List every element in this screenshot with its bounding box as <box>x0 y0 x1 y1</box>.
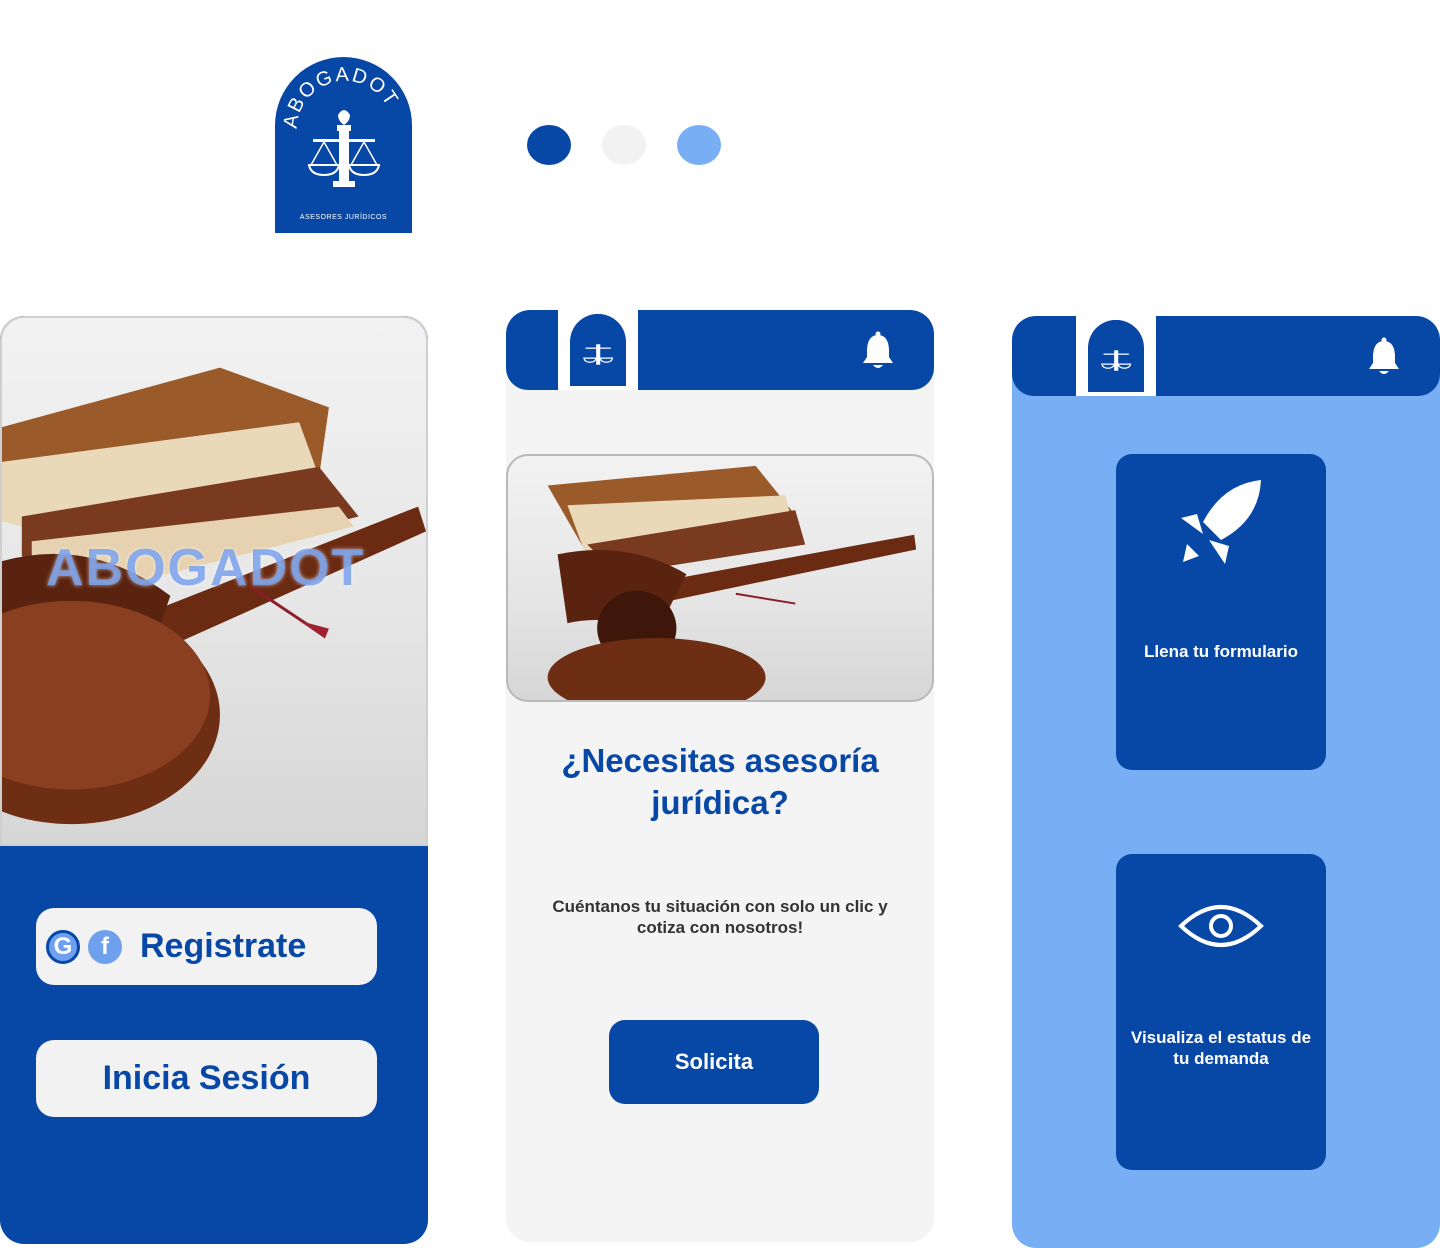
notification-bell-icon[interactable] <box>1368 337 1400 377</box>
register-label: Registrate <box>140 927 307 965</box>
login-button[interactable]: Inicia Sesión <box>36 1040 377 1117</box>
menu-screen: Llena tu formulario Visualiza el estatus… <box>1012 316 1440 1248</box>
view-status-label: Visualiza el estatus de tu demanda <box>1130 1028 1312 1068</box>
rocket-icon <box>1181 480 1261 564</box>
top-bar-logo[interactable] <box>1076 316 1156 396</box>
palette-primary-swatch <box>527 125 571 165</box>
fill-form-card[interactable]: Llena tu formulario <box>1116 454 1326 770</box>
facebook-icon[interactable]: f <box>88 929 122 964</box>
brand-logo-art: ABOGADOT ASESORES JURÍDICOS <box>280 64 401 221</box>
fill-form-label: Llena tu formulario <box>1144 642 1298 661</box>
eye-icon <box>1178 905 1264 947</box>
home-screen: ¿Necesitas asesoría jurídica? Cuéntanos … <box>506 310 934 1242</box>
notification-bell-icon[interactable] <box>862 331 894 371</box>
google-icon[interactable]: G <box>46 929 80 964</box>
hero-subtitle: Cuéntanos tu situación con solo un clic … <box>552 897 888 937</box>
brand-logo-tagline: ASESORES JURÍDICOS <box>300 212 387 221</box>
palette-accent-swatch <box>677 125 721 165</box>
brand-logo: ABOGADOT ASESORES JURÍDICOS <box>275 57 412 233</box>
solicita-button[interactable]: Solicita <box>609 1020 819 1104</box>
hero-question: ¿Necesitas asesoría jurídica? <box>561 742 879 821</box>
login-screen: ABOGADOT G f Registrate Inicia Sesión <box>0 316 428 1244</box>
hero-brand-text: ABOGADOT <box>46 539 366 597</box>
login-label: Inicia Sesión <box>102 1059 311 1097</box>
gavel-image <box>506 454 934 702</box>
top-bar-logo[interactable] <box>558 310 638 390</box>
register-button[interactable]: G f Registrate <box>36 908 377 985</box>
palette-light-swatch <box>602 125 646 165</box>
view-status-card[interactable]: Visualiza el estatus de tu demanda <box>1116 854 1326 1170</box>
top-bar-logo-badge <box>1088 320 1144 392</box>
top-bar-logo-badge <box>570 314 626 386</box>
